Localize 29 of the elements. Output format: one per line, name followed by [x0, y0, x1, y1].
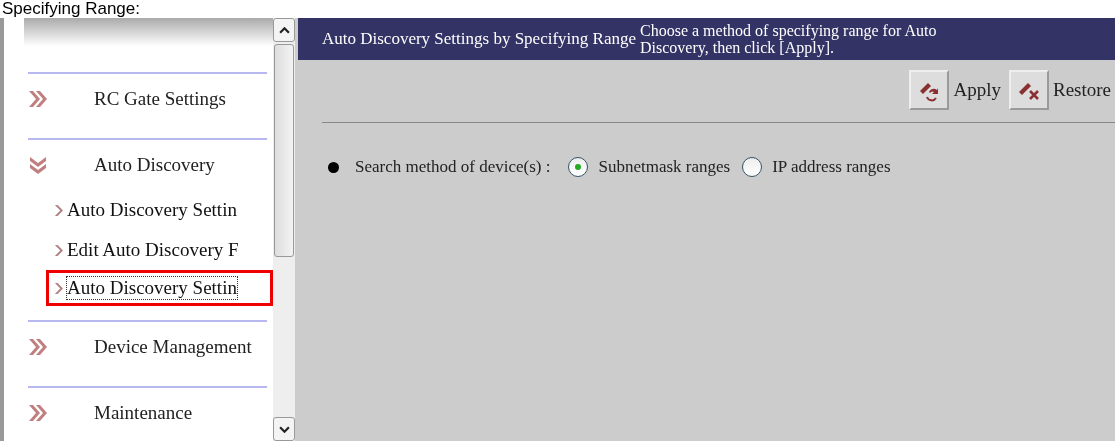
- scroll-up-button[interactable]: [273, 18, 295, 42]
- button-label: Apply: [953, 79, 1001, 101]
- radio-label[interactable]: Subnetmask ranges: [598, 157, 731, 177]
- caret-down-icon: [278, 425, 290, 433]
- scroll-down-button[interactable]: [273, 417, 295, 441]
- menu-section[interactable]: Device Management: [94, 336, 252, 358]
- menu-item[interactable]: Auto Discovery Settin: [54, 190, 273, 230]
- bullet-icon: [328, 161, 339, 173]
- button-label: Restore: [1052, 79, 1111, 101]
- menu-section[interactable]: RC Gate Settings: [94, 88, 226, 110]
- menu-item[interactable]: Edit Auto Discovery F: [54, 230, 273, 270]
- page-title: Auto Discovery Settings by Specifying Range: [322, 29, 636, 49]
- chevron-right-icon: [54, 243, 63, 257]
- chevron-right-icon: [54, 203, 63, 217]
- caret-up-icon: [278, 26, 290, 34]
- instruction-text: Choose a method of specifying range for Auto Discovery, then click [Apply].: [640, 22, 938, 56]
- scrollbar[interactable]: [273, 18, 295, 441]
- radio-label[interactable]: IP address ranges: [772, 157, 891, 177]
- scroll-thumb[interactable]: [274, 44, 294, 257]
- chevron-right-icon: [54, 281, 63, 295]
- selected-menu-item[interactable]: Auto Discovery Settin: [46, 270, 273, 306]
- caption-text: Specifying Range:: [1, 0, 141, 18]
- field-label: Search method of device(s) :: [355, 157, 551, 177]
- apply-button[interactable]: [909, 70, 950, 110]
- menu-section[interactable]: Maintenance: [94, 402, 193, 424]
- radio-button[interactable]: [742, 157, 763, 177]
- radio-button[interactable]: [568, 157, 589, 177]
- restore-button[interactable]: [1008, 70, 1049, 110]
- menu-section[interactable]: Auto Discovery: [94, 154, 215, 176]
